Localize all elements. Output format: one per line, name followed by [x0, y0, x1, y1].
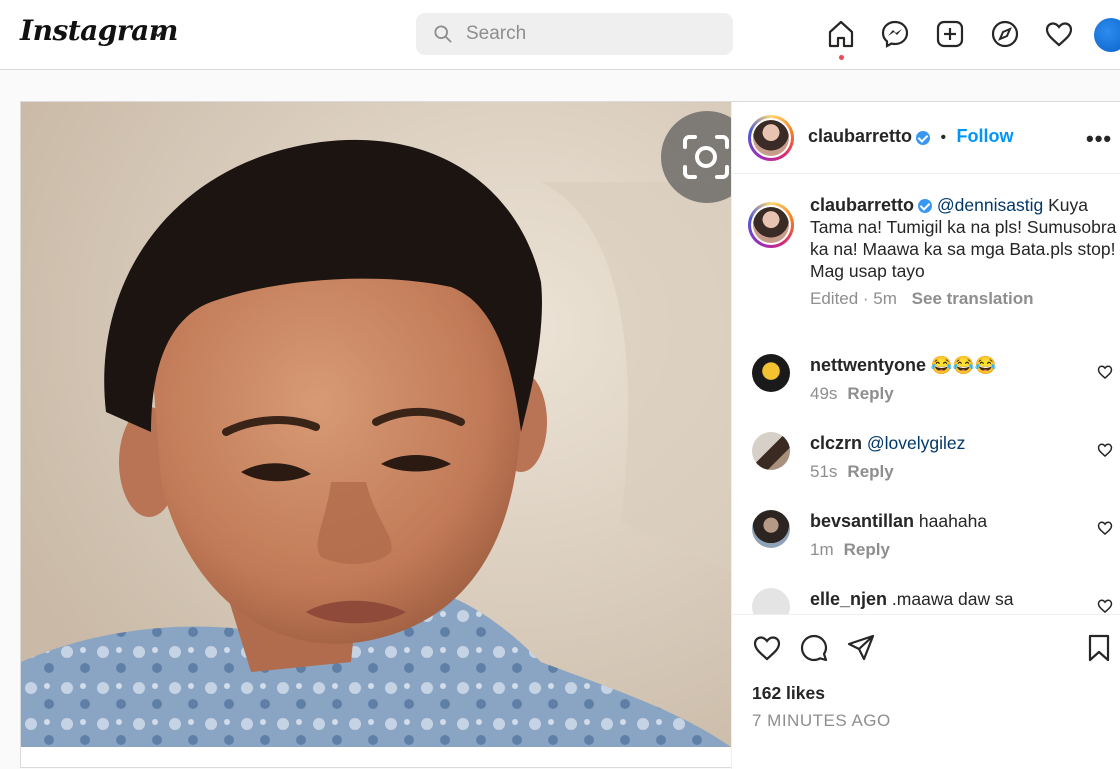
- caption-author-name[interactable]: claubarretto: [810, 195, 914, 215]
- post-timestamp: 7 MINUTES AGO: [752, 711, 891, 730]
- chevron-down-icon[interactable]: [150, 26, 166, 42]
- post-card: claubarretto • Follow ••• claubarretto @…: [20, 101, 1120, 769]
- comment-item: elle_njen .maawa daw sa: [752, 588, 1120, 614]
- photo-illustration: [21, 102, 731, 747]
- bookmark-save-icon[interactable]: [1084, 633, 1114, 663]
- comment-text-row: clczrn @lovelygilez: [810, 432, 1090, 454]
- comment-text-row: elle_njen .maawa daw sa: [810, 588, 1090, 610]
- comment-item: bevsantillan haahaha 1m Reply: [752, 510, 1120, 580]
- post-header: claubarretto • Follow •••: [732, 102, 1120, 174]
- author-avatar[interactable]: [748, 115, 794, 161]
- more-options-icon[interactable]: •••: [1086, 126, 1112, 152]
- caption-meta: Edited · 5m See translation: [810, 288, 1120, 310]
- notification-dot: [839, 55, 844, 60]
- post-actions: 162 likes 7 MINUTES AGO: [732, 614, 1120, 769]
- top-navigation-bar: Instagram: [0, 0, 1120, 70]
- comment-time: 49s: [810, 384, 838, 403]
- comment-text-row: bevsantillan haahaha: [810, 510, 1090, 532]
- caption-time: Edited · 5m: [810, 289, 897, 308]
- reply-button[interactable]: Reply: [847, 384, 893, 403]
- comment-item: nettwentyone 😂😂😂 49s Reply: [752, 354, 1120, 424]
- like-comment-heart-icon[interactable]: [1097, 442, 1113, 458]
- separator: •: [940, 129, 947, 146]
- verified-badge-icon: [916, 130, 931, 145]
- post-author-name[interactable]: claubarretto: [808, 126, 912, 146]
- comments-list[interactable]: claubarretto @dennisastig Kuya Tama na! …: [732, 174, 1120, 614]
- profile-avatar[interactable]: [1094, 18, 1120, 52]
- comment-mention[interactable]: @lovelygilez: [867, 433, 966, 453]
- share-send-icon[interactable]: [846, 633, 876, 663]
- commenter-avatar[interactable]: [752, 588, 790, 614]
- reply-button[interactable]: Reply: [844, 540, 890, 559]
- comment-item: clczrn @lovelygilez 51s Reply: [752, 432, 1120, 502]
- commenter-avatar[interactable]: [752, 432, 790, 470]
- comment-text-row: nettwentyone 😂😂😂: [810, 354, 1090, 376]
- post-photo[interactable]: [21, 102, 731, 747]
- likes-count[interactable]: 162 likes: [752, 683, 825, 704]
- messenger-icon[interactable]: [880, 19, 910, 49]
- like-comment-heart-icon[interactable]: [1097, 598, 1113, 614]
- comment-meta: 1m Reply: [810, 540, 890, 560]
- post-sidebar: claubarretto • Follow ••• claubarretto @…: [731, 102, 1120, 769]
- comment-text: haahaha: [918, 511, 988, 531]
- comment-text: 😂😂😂: [930, 355, 997, 375]
- caption-text-block: claubarretto @dennisastig Kuya Tama na! …: [810, 194, 1120, 310]
- comment-text: .maawa daw sa: [891, 589, 1014, 609]
- commenter-name[interactable]: clczrn: [810, 433, 862, 453]
- comment-bubble-icon[interactable]: [799, 633, 829, 663]
- like-comment-heart-icon[interactable]: [1097, 520, 1113, 536]
- commenter-name[interactable]: bevsantillan: [810, 511, 914, 531]
- like-heart-icon[interactable]: [752, 633, 782, 663]
- home-icon[interactable]: [826, 19, 856, 49]
- follow-button[interactable]: Follow: [957, 126, 1014, 146]
- reply-button[interactable]: Reply: [847, 462, 893, 481]
- like-comment-heart-icon[interactable]: [1097, 364, 1113, 380]
- commenter-name[interactable]: nettwentyone: [810, 355, 926, 375]
- post-author-row: claubarretto • Follow: [808, 126, 1014, 147]
- verified-badge-icon: [918, 199, 933, 214]
- see-translation-link[interactable]: See translation: [912, 289, 1034, 308]
- caption-mention[interactable]: @dennisastig: [937, 195, 1043, 215]
- search-icon: [434, 25, 452, 43]
- caption-author-avatar[interactable]: [748, 202, 794, 248]
- comment-time: 1m: [810, 540, 834, 559]
- search-input[interactable]: [466, 13, 716, 55]
- new-post-icon[interactable]: [935, 19, 965, 49]
- comment-time: 51s: [810, 462, 838, 481]
- explore-icon[interactable]: [990, 19, 1020, 49]
- comment-meta: 51s Reply: [810, 462, 894, 482]
- commenter-avatar[interactable]: [752, 354, 790, 392]
- commenter-avatar[interactable]: [752, 510, 790, 548]
- activity-heart-icon[interactable]: [1044, 19, 1074, 49]
- comment-meta: 49s Reply: [810, 384, 894, 404]
- search-box[interactable]: [416, 13, 733, 55]
- lens-icon: [683, 135, 729, 179]
- commenter-name[interactable]: elle_njen: [810, 589, 887, 609]
